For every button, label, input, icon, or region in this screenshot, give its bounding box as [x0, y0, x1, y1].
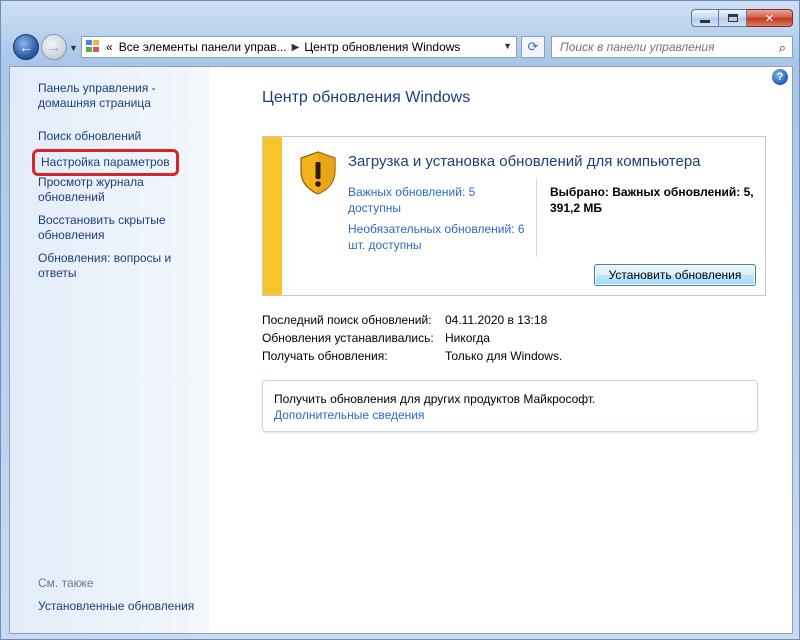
search-icon[interactable]: ⌕ — [779, 40, 786, 56]
last-check-label: Последний поиск обновлений: — [262, 313, 432, 327]
task-pane: Панель управления - домашняя страница По… — [10, 67, 210, 633]
other-products-panel: Получить обновления для других продуктов… — [262, 380, 758, 432]
installed-label: Обновления устанавливались: — [262, 331, 434, 345]
sidebar-link-change-settings[interactable]: Настройка параметров — [32, 149, 179, 176]
divider — [536, 179, 537, 257]
address-overflow-chevron[interactable]: « — [106, 40, 113, 54]
page-title: Центр обновления Windows — [262, 89, 471, 106]
control-panel-window: ✕ ← → ▼ « Все элементы панели управ... ▶… — [0, 0, 800, 640]
optional-updates-link[interactable]: Необязательных обновлений: 6 шт. доступн… — [348, 221, 533, 253]
close-button[interactable]: ✕ — [747, 9, 793, 27]
important-updates-link[interactable]: Важных обновлений: 5 доступны — [348, 184, 488, 216]
back-button[interactable]: ← — [13, 34, 39, 60]
receive-value: Только для Windows. — [445, 349, 563, 363]
search-input[interactable] — [558, 39, 762, 55]
more-info-link[interactable]: Дополнительные сведения — [274, 408, 424, 422]
address-dropdown-icon[interactable]: ▼ — [503, 41, 512, 51]
refresh-button[interactable]: ⟳ — [521, 36, 545, 58]
recent-pages-dropdown[interactable]: ▼ — [69, 43, 78, 53]
receive-label: Получать обновления: — [262, 349, 388, 363]
minimize-icon — [700, 19, 710, 23]
sidebar-link-check-updates[interactable]: Поиск обновлений — [38, 129, 203, 144]
refresh-icon: ⟳ — [527, 39, 539, 54]
help-icon[interactable]: ? — [772, 69, 788, 85]
breadcrumb-windows-update[interactable]: Центр обновления Windows — [304, 40, 460, 54]
status-stripe — [263, 137, 282, 295]
address-bar[interactable]: « Все элементы панели управ... ▶ Центр о… — [81, 36, 517, 58]
content-area: Панель управления - домашняя страница По… — [9, 66, 793, 634]
maximize-icon — [727, 14, 738, 22]
caption-buttons: ✕ — [691, 9, 793, 27]
selected-summary: Выбрано: Важных обновлений: 5, 391,2 МБ — [550, 185, 754, 215]
sidebar-link-installed-updates[interactable]: Установленные обновления — [38, 599, 203, 614]
forward-arrow-icon: → — [47, 39, 61, 55]
installed-value: Никогда — [445, 331, 490, 345]
update-headline: Загрузка и установка обновлений для комп… — [348, 153, 701, 170]
see-also-heading: См. также — [38, 576, 94, 590]
sidebar-link-restore-hidden[interactable]: Восстановить скрытые обновления — [38, 213, 203, 243]
close-icon: ✕ — [764, 12, 775, 25]
search-box[interactable]: ⌕ — [551, 36, 793, 58]
sidebar-link-faq[interactable]: Обновления: вопросы и ответы — [38, 251, 203, 281]
control-panel-icon — [86, 40, 102, 54]
breadcrumb-separator-icon[interactable]: ▶ — [292, 42, 300, 53]
forward-button[interactable]: → — [41, 34, 67, 60]
navigation-bar: ← → ▼ « Все элементы панели управ... ▶ Ц… — [9, 34, 793, 60]
maximize-button[interactable] — [719, 9, 747, 27]
sidebar-link-view-history[interactable]: Просмотр журнала обновлений — [38, 175, 203, 205]
breadcrumb-all-items[interactable]: Все элементы панели управ... — [119, 40, 287, 54]
warning-shield-icon — [300, 151, 336, 195]
minimize-button[interactable] — [691, 9, 719, 27]
install-updates-button[interactable]: Установить обновления — [594, 264, 756, 286]
other-products-text: Получить обновления для других продуктов… — [274, 392, 596, 406]
last-check-value: 04.11.2020 в 13:18 — [445, 313, 548, 327]
back-arrow-icon: ← — [19, 39, 33, 55]
update-status-panel: Загрузка и установка обновлений для комп… — [262, 136, 766, 296]
sidebar-link-home[interactable]: Панель управления - домашняя страница — [38, 81, 203, 111]
